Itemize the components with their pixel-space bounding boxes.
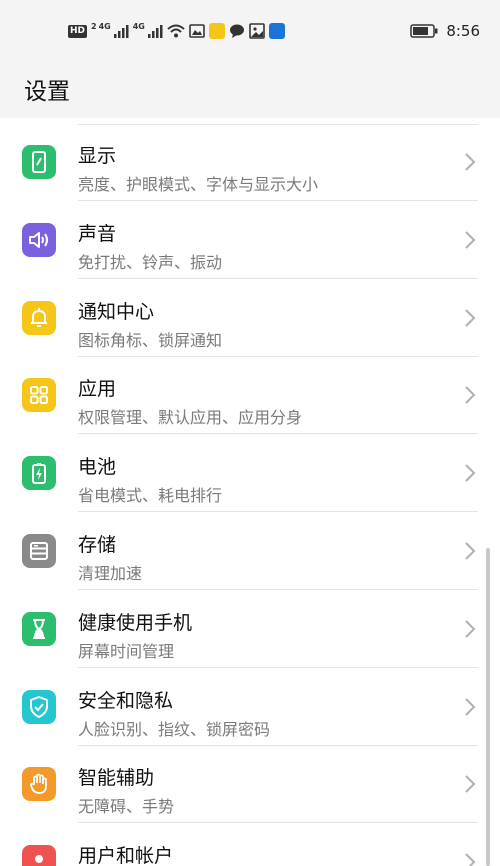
settings-item-subtitle: 图标角标、锁屏通知 bbox=[78, 330, 223, 350]
hand-icon bbox=[22, 767, 56, 802]
battery-icon bbox=[22, 456, 56, 491]
message-icon bbox=[229, 24, 244, 38]
settings-item[interactable]: 存储 清理加速 bbox=[0, 512, 500, 590]
settings-item-title: 显示 bbox=[78, 145, 117, 167]
network-type-label: 4G bbox=[98, 22, 111, 31]
settings-item-subtitle: 免打扰、铃声、振动 bbox=[78, 252, 223, 272]
chat-icon bbox=[208, 23, 225, 39]
settings-item[interactable]: 应用权限管理、默认应用、应用分身 bbox=[0, 356, 500, 435]
chevron-right-icon bbox=[464, 152, 476, 172]
signal-icon bbox=[147, 25, 163, 38]
shield-icon bbox=[22, 689, 56, 724]
hourglass-icon bbox=[22, 611, 56, 646]
sound-icon bbox=[22, 222, 56, 257]
settings-item[interactable]: 电池省电模式、耗电排行 bbox=[0, 434, 500, 513]
settings-item-title: 存储 bbox=[78, 534, 117, 556]
settings-item-subtitle: 屏幕时间管理 bbox=[78, 641, 175, 661]
hd-icon: HD bbox=[68, 24, 88, 38]
page-title: 设置 bbox=[24, 79, 70, 105]
settings-item-title: 通知中心 bbox=[78, 300, 155, 323]
settings-item[interactable]: 显示亮度、护眼模式、字体与显示大小 bbox=[0, 123, 500, 201]
chevron-right-icon bbox=[464, 230, 476, 250]
display-icon bbox=[22, 145, 56, 179]
settings-item[interactable]: 声音免打扰、铃声、振动 bbox=[0, 201, 500, 279]
scrollbar[interactable] bbox=[486, 548, 490, 866]
chevron-right-icon bbox=[464, 463, 476, 483]
settings-item-title: 应用 bbox=[78, 378, 117, 401]
settings-list[interactable]: 显示亮度、护眼模式、字体与显示大小声音免打扰、铃声、振动 通知中心图标角标、锁屏通… bbox=[0, 118, 500, 866]
settings-item-title: 用户和帐户 bbox=[78, 845, 174, 866]
settings-item-title: 健康使用手机 bbox=[78, 611, 193, 634]
hd-number: 2 bbox=[91, 22, 97, 31]
chevron-right-icon bbox=[464, 619, 476, 639]
user-icon bbox=[22, 845, 56, 866]
chevron-right-icon bbox=[464, 697, 476, 717]
wifi-icon bbox=[167, 24, 185, 38]
signal-icon bbox=[113, 25, 129, 38]
settings-item[interactable]: 健康使用手机 屏幕时间管理 bbox=[0, 590, 500, 668]
settings-item-title: 声音 bbox=[78, 222, 117, 245]
network-type-label: 4G bbox=[132, 22, 145, 31]
chevron-right-icon bbox=[464, 385, 476, 405]
settings-item-subtitle: 权限管理、默认应用、应用分身 bbox=[78, 408, 303, 428]
settings-item[interactable]: 用户和帐户 bbox=[0, 823, 500, 866]
settings-item-title: 安全和隐私 bbox=[78, 689, 174, 712]
settings-item-title: 智能辅助 bbox=[78, 767, 155, 790]
status-icons-left: HD 2 4G 4G bbox=[68, 20, 285, 42]
settings-item-title: 电池 bbox=[78, 456, 117, 479]
clock: 8:56 bbox=[446, 22, 480, 40]
storage-icon bbox=[22, 534, 56, 568]
chevron-right-icon bbox=[464, 774, 476, 794]
gallery-icon bbox=[249, 23, 265, 39]
chevron-right-icon bbox=[464, 852, 476, 866]
app-icon bbox=[268, 23, 285, 39]
settings-item[interactable]: 通知中心图标角标、锁屏通知 bbox=[0, 279, 500, 357]
battery-icon bbox=[410, 24, 438, 38]
bell-icon bbox=[22, 300, 56, 335]
settings-item-subtitle: 清理加速 bbox=[78, 564, 143, 583]
settings-item[interactable]: 安全和隐私人脸识别、指纹、锁屏密码 bbox=[0, 668, 500, 746]
settings-item-subtitle: 人脸识别、指纹、锁屏密码 bbox=[78, 719, 271, 739]
chevron-right-icon bbox=[464, 541, 476, 561]
chevron-right-icon bbox=[464, 308, 476, 328]
settings-item-subtitle: 无障碍、手势 bbox=[78, 797, 175, 817]
settings-item-subtitle: 省电模式、耗电排行 bbox=[78, 486, 223, 506]
settings-item-subtitle: 亮度、护眼模式、字体与显示大小 bbox=[78, 175, 319, 194]
status-bar: HD 2 4G 4G 8:56 bbox=[0, 0, 500, 62]
apps-icon bbox=[22, 378, 56, 413]
status-icons-right: 8:56 bbox=[410, 20, 480, 42]
settings-item[interactable]: 智能辅助无障碍、手势 bbox=[0, 745, 500, 824]
photo-icon bbox=[189, 24, 205, 38]
app-header: 设置 bbox=[0, 62, 500, 118]
